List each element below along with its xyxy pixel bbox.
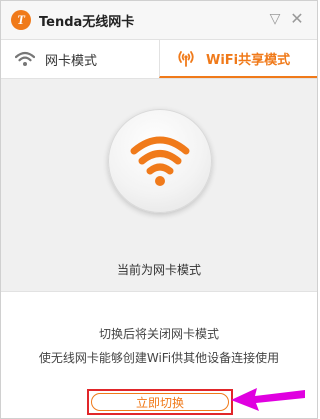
annotation-arrow-icon	[231, 388, 305, 411]
wifi-signal-icon	[130, 133, 190, 193]
wifi-icon	[15, 51, 35, 67]
tab-wifi-label: WiFi共享模式	[206, 52, 291, 68]
switch-now-button[interactable]: 立即切换	[87, 389, 233, 415]
logo-letter: T	[17, 12, 25, 27]
tab-wifi-share-mode[interactable]: WiFi共享模式	[159, 40, 317, 78]
switch-now-label: 立即切换	[135, 395, 184, 410]
tab-nic-mode[interactable]: 网卡模式	[1, 40, 159, 78]
tab-nic-label: 网卡模式	[45, 53, 98, 69]
window-title: Tenda无线网卡	[39, 15, 135, 30]
switch-note-line2: 使无线网卡能够创建WiFi供其他设备连接使用	[38, 351, 280, 365]
current-mode-text: 当前为网卡模式	[116, 263, 201, 277]
tenda-logo: T	[11, 10, 31, 30]
hotspot-icon	[176, 49, 196, 67]
wifi-status-badge	[108, 109, 212, 213]
mode-status-panel: 当前为网卡模式	[1, 79, 317, 292]
app-window: T Tenda无线网卡 ▽ ✕ 网卡模式 WiFi共享模式 当前为网卡模式 切换…	[0, 0, 318, 419]
title-bar[interactable]: T Tenda无线网卡 ▽ ✕	[1, 1, 317, 40]
minimize-button[interactable]: ▽	[267, 11, 283, 27]
close-button[interactable]: ✕	[289, 11, 305, 27]
switch-note-line1: 切换后将关闭网卡模式	[98, 327, 219, 341]
mode-tabs: 网卡模式 WiFi共享模式	[1, 40, 317, 79]
minimize-icon: ▽	[269, 11, 281, 27]
close-icon: ✕	[290, 9, 304, 28]
